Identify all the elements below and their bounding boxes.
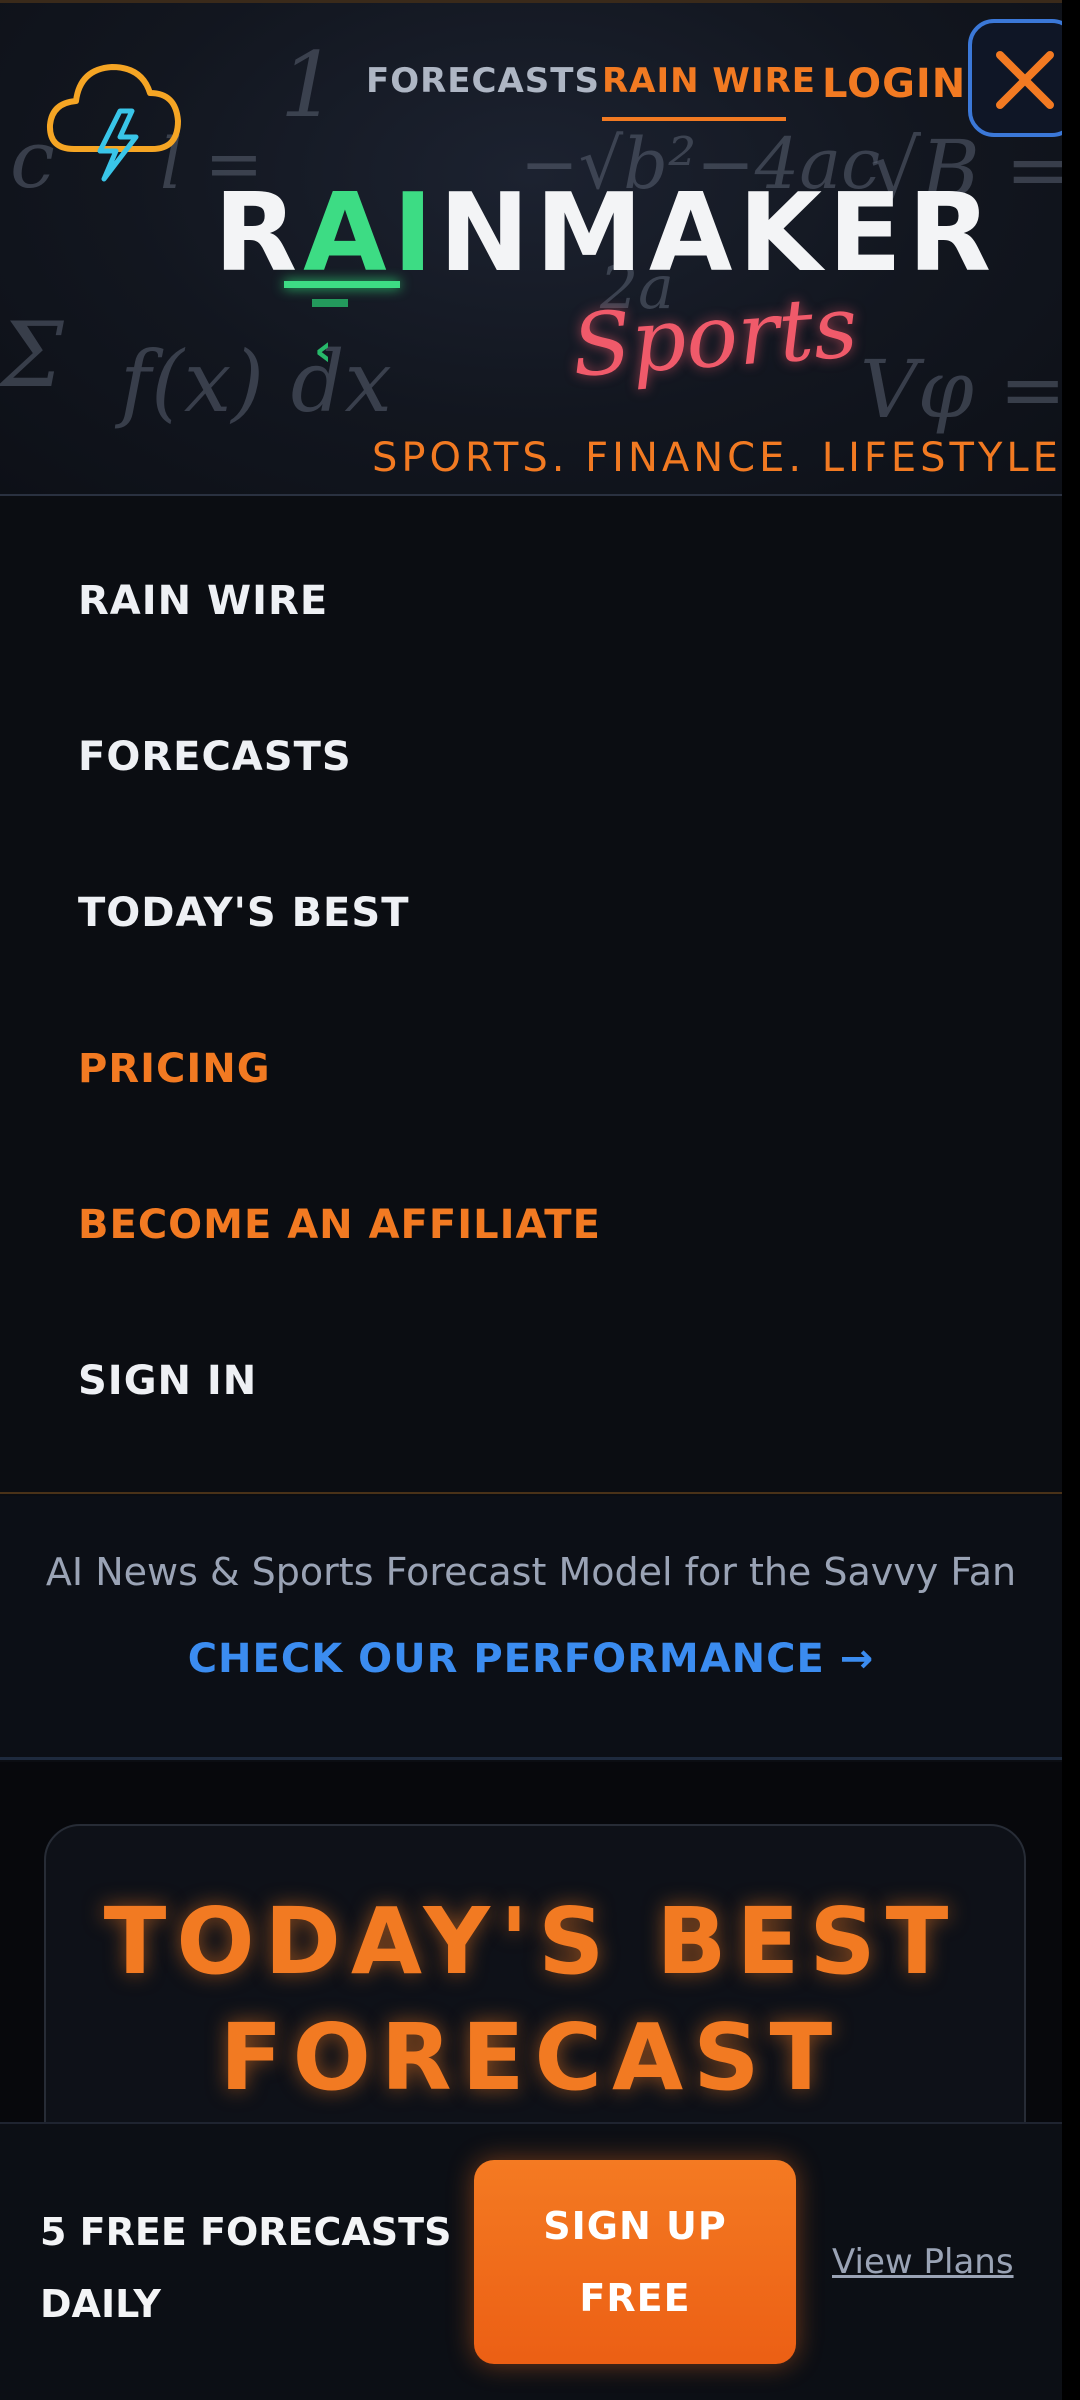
brand-wordmark[interactable]: RAINMAKER <box>214 171 997 296</box>
promo-banner: AI News & Sports Forecast Model for the … <box>0 1496 1062 1760</box>
screen-edge <box>1062 0 1080 2400</box>
nav-forecasts[interactable]: FORECASTS <box>366 61 600 101</box>
brand-ai: AI <box>303 171 439 296</box>
chalk-math-decoration: f(x) dx <box>120 333 392 431</box>
sign-up-free-button[interactable]: SIGN UP FREE <box>474 2160 796 2364</box>
menu-item-pricing[interactable]: PRICING <box>78 1046 271 1092</box>
view-plans-link[interactable]: View Plans <box>832 2242 1014 2282</box>
free-forecasts-line1: 5 FREE FORECASTS <box>40 2210 452 2254</box>
menu-item-become-affiliate[interactable]: BECOME AN AFFILIATE <box>78 1202 601 1248</box>
free-forecasts-label: 5 FREE FORECASTS DAILY <box>40 2196 460 2340</box>
brand-prefix: R <box>214 171 304 296</box>
free-forecasts-line2: DAILY <box>40 2282 161 2326</box>
sticky-signup-bar: 5 FREE FORECASTS DAILY SIGN UP FREE View… <box>0 2122 1062 2400</box>
nav-rain-wire[interactable]: RAIN WIRE <box>602 61 816 101</box>
check-performance-link[interactable]: CHECK OUR PERFORMANCE → <box>0 1636 1062 1682</box>
sign-up-line1: SIGN UP <box>543 2204 727 2248</box>
active-nav-underline <box>602 117 786 121</box>
chalk-math-decoration: 1 <box>280 33 338 138</box>
site-header: c l = 1 −√b²−4ac √B = Σ f(x) dx 2a Vφ = … <box>0 0 1062 496</box>
menu-item-todays-best[interactable]: TODAY'S BEST <box>78 890 409 936</box>
close-menu-button[interactable] <box>968 19 1062 137</box>
brand-ai-underline <box>284 281 400 288</box>
chevron-left-icon: ‹ <box>314 325 333 376</box>
green-dash-decoration <box>312 299 348 307</box>
storm-cloud-icon[interactable] <box>44 39 184 189</box>
menu-item-forecasts[interactable]: FORECASTS <box>78 734 352 780</box>
brand-script: Sports <box>568 277 861 397</box>
mobile-menu: RAIN WIRE FORECASTS TODAY'S BEST PRICING… <box>0 498 1062 1494</box>
close-icon <box>996 51 1054 109</box>
brand-suffix: NMAKER <box>438 171 998 296</box>
menu-item-sign-in[interactable]: SIGN IN <box>78 1358 257 1404</box>
best-forecast-title: TODAY'S BEST <box>103 1888 959 1995</box>
tagline: SPORTS. FINANCE. LIFESTYLE. <box>372 435 1062 481</box>
app-page: c l = 1 −√b²−4ac √B = Σ f(x) dx 2a Vφ = … <box>0 0 1062 2400</box>
nav-login[interactable]: LOGIN <box>822 61 966 107</box>
menu-item-rain-wire[interactable]: RAIN WIRE <box>78 578 328 624</box>
best-forecast-title: FORECAST <box>219 2004 843 2111</box>
sign-up-line2: FREE <box>579 2276 691 2320</box>
chalk-math-decoration: Vφ = 1 <box>860 343 1062 436</box>
chalk-math-decoration: Σ <box>0 303 64 408</box>
promo-text: AI News & Sports Forecast Model for the … <box>45 1550 1017 1594</box>
